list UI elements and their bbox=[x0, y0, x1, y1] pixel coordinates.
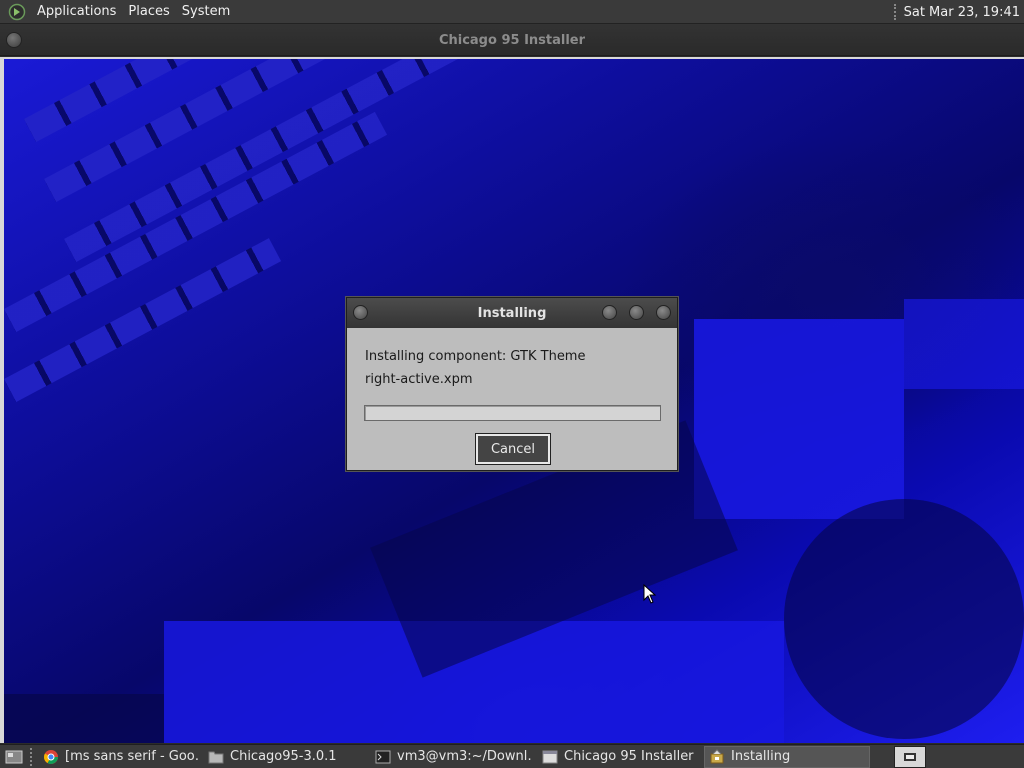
install-progress-bar bbox=[364, 405, 661, 421]
task-label: Chicago 95 Installer bbox=[564, 749, 694, 764]
task-label: Installing bbox=[731, 749, 791, 764]
task-label: Chicago95-3.0.1 bbox=[230, 749, 337, 764]
window-titlebar[interactable]: Chicago 95 Installer bbox=[0, 24, 1024, 56]
dialog-titlebar[interactable]: Installing bbox=[347, 298, 677, 328]
taskbar-separator bbox=[30, 747, 34, 766]
install-file-text: right-active.xpm bbox=[365, 372, 473, 387]
clock[interactable]: Sat Mar 23, 19:41 bbox=[904, 5, 1020, 20]
chrome-icon bbox=[43, 749, 59, 765]
window-icon bbox=[542, 749, 558, 765]
terminal-icon bbox=[375, 749, 391, 765]
task-chicago-installer[interactable]: Chicago 95 Installer bbox=[537, 746, 701, 768]
cancel-button[interactable]: Cancel bbox=[475, 433, 551, 465]
window-title: Chicago 95 Installer bbox=[438, 33, 586, 48]
panel-handle[interactable] bbox=[893, 4, 898, 20]
folder-icon bbox=[208, 749, 224, 765]
wallpaper-block bbox=[694, 319, 904, 519]
menu-applications[interactable]: Applications bbox=[34, 4, 119, 19]
task-terminal[interactable]: vm3@vm3:~/Downl… bbox=[370, 746, 534, 768]
show-desktop-icon[interactable] bbox=[2, 746, 26, 768]
taskbar: [ms sans serif - Goo… Chicago95-3.0.1 vm… bbox=[0, 744, 1024, 768]
task-label: vm3@vm3:~/Downl… bbox=[397, 749, 534, 764]
distro-logo-icon[interactable] bbox=[6, 1, 28, 23]
wallpaper-block bbox=[904, 299, 1024, 389]
task-label: [ms sans serif - Goo… bbox=[65, 749, 200, 764]
wallpaper-block bbox=[784, 499, 1024, 739]
dialog-title: Installing bbox=[477, 306, 547, 321]
top-panel: Applications Places System Sat Mar 23, 1… bbox=[0, 0, 1024, 24]
workspace-switcher[interactable] bbox=[894, 746, 926, 768]
dialog-close-button[interactable] bbox=[656, 305, 671, 320]
menu-places[interactable]: Places bbox=[125, 4, 172, 19]
mouse-cursor-icon bbox=[643, 584, 657, 604]
workspace-icon bbox=[904, 753, 916, 761]
installer-icon bbox=[709, 748, 725, 765]
task-installing[interactable]: Installing bbox=[704, 745, 870, 768]
task-folder[interactable]: Chicago95-3.0.1 bbox=[203, 746, 367, 768]
install-status-text: Installing component: GTK Theme bbox=[365, 349, 586, 364]
menu-system[interactable]: System bbox=[179, 4, 233, 19]
wallpaper-block bbox=[4, 694, 164, 743]
dialog-maximize-button[interactable] bbox=[629, 305, 644, 320]
task-chrome[interactable]: [ms sans serif - Goo… bbox=[38, 746, 200, 768]
installing-dialog: Installing Installing component: GTK The… bbox=[346, 297, 678, 471]
dialog-minimize-button[interactable] bbox=[602, 305, 617, 320]
